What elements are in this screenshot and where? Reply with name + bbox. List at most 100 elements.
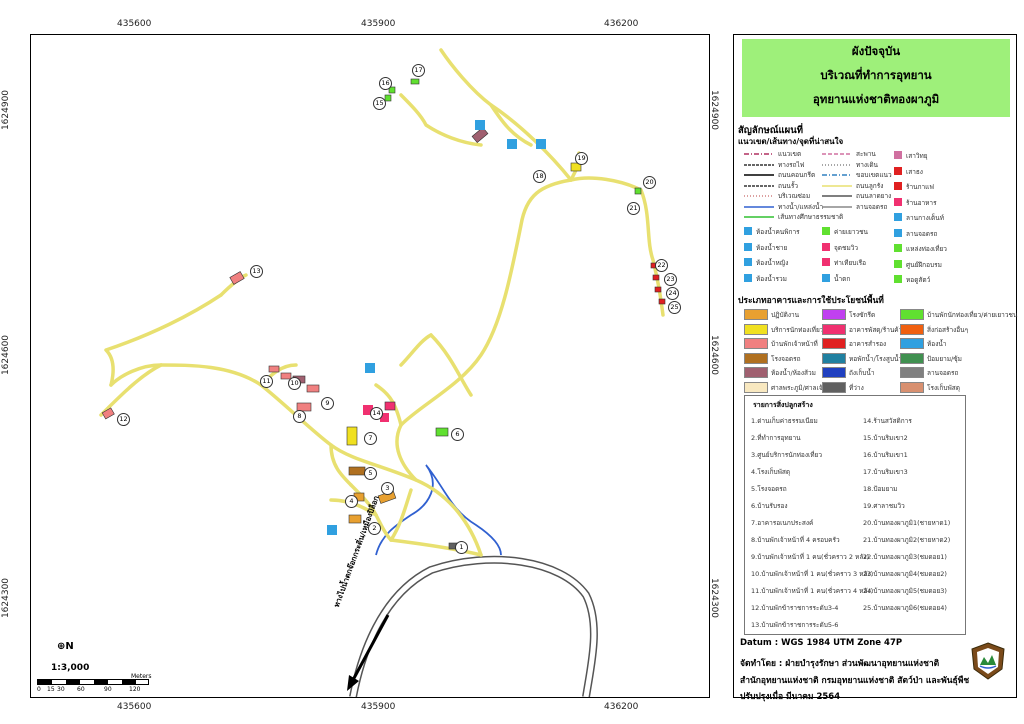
- map-marker-2[interactable]: 2: [368, 522, 381, 535]
- swatch-label: ปฏิบัติงาน: [771, 311, 800, 319]
- title-line-1: ผังปัจจุบัน: [851, 44, 901, 58]
- map-marker-23[interactable]: 23: [664, 273, 677, 286]
- map-marker-21[interactable]: 21: [627, 202, 640, 215]
- swatch-box: [900, 352, 924, 364]
- swatch-label: บ้านพักนักท่องเที่ยว/ค่ายเยาวชน: [927, 311, 1018, 319]
- title-line-2: บริเวณที่ทำการอุทยาน: [820, 68, 932, 82]
- map-marker-15[interactable]: 15: [373, 97, 386, 110]
- map-marker-9[interactable]: 9: [321, 397, 334, 410]
- scale-tick-label: 60: [77, 686, 85, 693]
- scale-tick-label: 30: [57, 686, 65, 693]
- coord-bottom-2: 435900: [361, 702, 396, 712]
- swatch-box: [822, 323, 846, 335]
- map-marker-22[interactable]: 22: [655, 259, 668, 272]
- map-marker-18[interactable]: 18: [533, 170, 546, 183]
- map-marker-17[interactable]: 17: [412, 64, 425, 77]
- legend-panel: ผังปัจจุบัน บริเวณที่ทำการอุทยาน อุทยานแ…: [733, 34, 1018, 702]
- legend-line-label: ขอบเขตแนว: [856, 171, 892, 179]
- map-marker-1[interactable]: 1: [455, 541, 468, 554]
- swatch-box: [900, 367, 924, 378]
- building-list: รายการสิ่งปลูกสร้าง 1.ด่านเก็บค่าธรรมเนี…: [744, 395, 966, 635]
- map-marker-3[interactable]: 3: [381, 482, 394, 495]
- coord-bottom-3: 436200: [604, 702, 639, 712]
- legend-line-label: แนวเขต: [778, 150, 802, 158]
- map-sheet: 435600 435900 436200 435600 435900 43620…: [0, 0, 1024, 724]
- building-20: [634, 187, 642, 195]
- swatch-box: [744, 381, 768, 393]
- legend-line-label: ถนนลาดยาง: [856, 192, 892, 200]
- swatch-label: ถังเก็บน้ำ: [849, 369, 875, 377]
- legend-line-swatch: [822, 174, 852, 176]
- building-list-item: 21.บ้านทองผาภูมิ2(ชายหาด2): [863, 536, 951, 544]
- swatch-box: [744, 323, 768, 335]
- legend-point-icon: [822, 273, 830, 282]
- map-svg: [99, 48, 666, 697]
- legend-line-swatch: [744, 184, 774, 187]
- legend-point-label: เสาวิทยุ: [906, 152, 928, 160]
- legend-point-icon: [894, 259, 902, 268]
- building-list-item: 11.บ้านพักเจ้าหน้าที่ 1 คน(ชั่วคราว 4 หล…: [751, 587, 874, 595]
- legend-point-icon: [744, 227, 752, 235]
- scale-tick-label: 120: [129, 686, 141, 693]
- swatch-label: ห้องน้ำ: [927, 340, 947, 348]
- building-list-title: รายการสิ่งปลูกสร้าง: [753, 401, 813, 409]
- building-list-item: 17.บ้านริมเขา3: [863, 468, 908, 476]
- legend-line-label: ถนนคอนกรีต: [778, 171, 816, 179]
- legend-point-label: ค่ายเยาวชน: [834, 228, 868, 236]
- map-marker-20[interactable]: 20: [643, 176, 656, 189]
- restroom-icon: [327, 525, 337, 535]
- building-list-item: 1.ด่านเก็บค่าธรรมเนียม: [751, 417, 818, 425]
- map-marker-16[interactable]: 16: [379, 77, 392, 90]
- building-list-item: 8.บ้านพักเจ้าหน้าที่ 4 ครอบครัว: [751, 536, 840, 544]
- building-2: [348, 514, 362, 524]
- map-marker-7[interactable]: 7: [364, 432, 377, 445]
- legend-point-icon: [894, 197, 902, 206]
- legend-line-label: ทางเดิน: [856, 160, 878, 169]
- restroom-icon: [536, 139, 546, 149]
- swatch-label: อาคารสำรอง: [849, 340, 887, 348]
- scale-unit: Meters: [131, 673, 152, 680]
- legend-line-label: ลานจอดรถ: [856, 202, 888, 211]
- swatch-box: [900, 381, 924, 393]
- map-marker-13[interactable]: 13: [250, 265, 263, 278]
- coord-bottom-1: 435600: [117, 702, 152, 712]
- legend-point-icon: [822, 242, 830, 251]
- swatch-box: [822, 367, 846, 378]
- map-marker-12[interactable]: 12: [117, 413, 130, 426]
- map-canvas[interactable]: ทางไปน้ำตกจ๊อกกระดิ่น/เหมืองปิล็อก 12345…: [30, 34, 710, 698]
- building-15: [384, 94, 392, 102]
- paved-road-outer: [349, 555, 598, 697]
- map-marker-19[interactable]: 19: [575, 152, 588, 165]
- building-list-item: 12.บ้านพักข้าราชการระดับ3-4: [751, 604, 839, 612]
- legend-point-label: ห้องน้ำชาย: [756, 243, 788, 252]
- map-marker-11[interactable]: 11: [260, 375, 273, 388]
- building-list-item: 22.บ้านทองผาภูมิ3(ชมดอย1): [863, 553, 947, 561]
- map-marker-4[interactable]: 4: [345, 495, 358, 508]
- updated-text: ปรับปรุงเมื่อ มีนาคม 2564: [740, 692, 841, 702]
- swatch-label: บริการนักท่องเที่ยว: [771, 325, 824, 334]
- restroom-icon: [475, 120, 485, 130]
- building-list-item: 15.บ้านริมเขา2: [863, 434, 908, 442]
- building-24: [654, 286, 662, 293]
- map-marker-14[interactable]: 14: [370, 407, 383, 420]
- building-list-item: 24.บ้านทองผาภูมิ5(ชมดอย3): [863, 587, 947, 595]
- map-marker-24[interactable]: 24: [666, 287, 679, 300]
- map-marker-6[interactable]: 6: [451, 428, 464, 441]
- scale-tick-label: 0: [37, 686, 41, 693]
- legend-point-icon: [894, 182, 902, 190]
- title-block: ผังปัจจุบัน บริเวณที่ทำการอุทยาน อุทยานแ…: [742, 39, 1010, 117]
- road-arrow-shaft: [351, 614, 390, 681]
- north-label: N: [65, 641, 74, 652]
- coord-top-3: 436200: [604, 19, 639, 29]
- swatch-label: ลานจอดรถ: [927, 369, 959, 377]
- map-marker-8[interactable]: 8: [293, 410, 306, 423]
- map-marker-5[interactable]: 5: [364, 467, 377, 480]
- map-marker-25[interactable]: 25: [668, 301, 681, 314]
- legend-point-icon: [744, 242, 752, 251]
- title-line-3: อุทยานแห่งชาติทองผาภูมิ: [812, 92, 940, 106]
- map-marker-10[interactable]: 10: [288, 377, 301, 390]
- legend-line-label: ถนนลูกรัง: [856, 181, 884, 190]
- building-list-item: 13.บ้านพักข้าราชการระดับ5-6: [751, 621, 839, 629]
- legend-line-label: เส้นทางศึกษาธรรมชาติ: [778, 213, 844, 221]
- building-list-item: 7.อาคารอเนกประสงค์: [751, 519, 814, 527]
